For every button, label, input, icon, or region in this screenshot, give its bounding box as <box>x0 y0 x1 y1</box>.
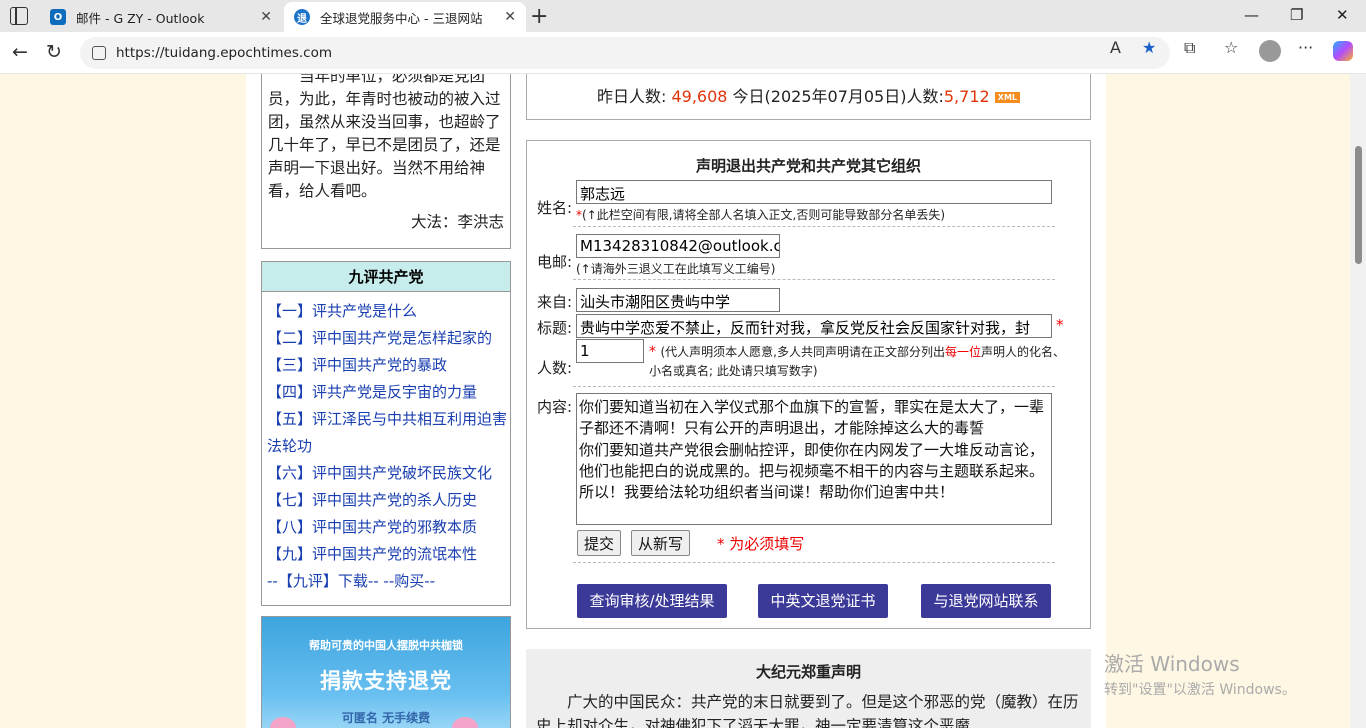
refresh-icon[interactable]: ↻ <box>46 41 62 63</box>
nine-download-buy-links[interactable]: --【九评】下载-- --购买-- <box>267 570 510 591</box>
donate-tagline: 帮助可贵的中国人摆脱中共枷锁 <box>309 639 463 652</box>
certificate-button[interactable]: 中英文退党证书 <box>758 584 888 618</box>
address-bar[interactable]: https://tuidang.epochtimes.com <box>80 37 1170 69</box>
tab-bar: O 邮件 - G ZY - Outlook ✕ 退 全球退党服务中心 - 三退网… <box>0 0 1366 32</box>
declaration-box: 大纪元郑重声明 广大的中国民众：共产党的末日就要到了。但是这个邪恶的党（魔教）在… <box>526 649 1091 728</box>
email-input[interactable]: M13428310842@outlook.com <box>576 234 780 258</box>
nine-link-2[interactable]: 【二】评中国共产党是怎样起家的 <box>267 325 510 352</box>
nine-link-6[interactable]: 【六】评中国共产党破坏民族文化 <box>267 460 510 487</box>
nine-commentaries-box: 九评共产党 【一】评共产党是什么 【二】评中国共产党是怎样起家的 【三】评中国共… <box>261 261 511 606</box>
quote-box: 当年的单位，必须都是党团员，为此，年青时也被动的被入过团，虽然从来没当回事，也超… <box>261 74 511 249</box>
quote-text: 当年的单位，必须都是党团员，为此，年青时也被动的被入过团，虽然从来没当回事，也超… <box>268 74 501 200</box>
subject-label: 标题: <box>537 319 573 337</box>
extensions-icon[interactable]: ⧉ <box>1184 38 1195 58</box>
form-title: 声明退出共产党和共产党其它组织 <box>695 157 921 175</box>
stats-box: 昨日人数: 49,608 今日(2025年07月05日)人数:5,712 XML <box>526 74 1091 120</box>
windows-activation-watermark: 激活 Windows 转到"设置"以激活 Windows。 <box>1104 648 1296 699</box>
browser-toolbar: ← ↻ https://tuidang.epochtimes.com A ★ ⧉… <box>0 32 1366 74</box>
page-scrollbar[interactable] <box>1350 74 1366 728</box>
divider <box>573 279 1055 280</box>
nine-link-8[interactable]: 【八】评中国共产党的邪教本质 <box>267 514 510 541</box>
declaration-form: 声明退出共产党和共产党其它组织 姓名: 郭志远 *(↑此栏空间有限,请将全部人名… <box>526 140 1091 629</box>
divider <box>573 386 1055 387</box>
from-input[interactable]: 汕头市潮阳区贵屿中学 <box>576 288 780 312</box>
divider <box>573 226 1055 227</box>
tab-title: 邮件 - G ZY - Outlook <box>76 10 205 26</box>
watermark-line2: 转到"设置"以激活 Windows。 <box>1104 682 1296 698</box>
read-aloud-icon[interactable]: A <box>1110 38 1121 57</box>
contact-button[interactable]: 与退党网站联系 <box>921 584 1051 618</box>
minimize-icon[interactable]: — <box>1244 6 1259 24</box>
name-input[interactable]: 郭志远 <box>576 180 1052 204</box>
donate-headline: 捐款支持退党 <box>320 669 452 693</box>
name-label: 姓名: <box>537 199 573 217</box>
nine-link-1[interactable]: 【一】评共产党是什么 <box>267 298 510 325</box>
nine-link-7[interactable]: 【七】评中国共产党的杀人历史 <box>267 487 510 514</box>
query-result-button[interactable]: 查询审核/处理结果 <box>577 584 727 618</box>
tab-tuidang[interactable]: 退 全球退党服务中心 - 三退网站 ✕ <box>284 2 526 32</box>
submit-button[interactable]: 提交 <box>577 530 622 556</box>
count-hint: * (代人声明须本人愿意,多人共同声明请在正文部分列出每一位声明人的化名、小名或… <box>649 344 1065 378</box>
scrollbar-thumb[interactable] <box>1355 146 1362 264</box>
required-note: * 为必须填写 <box>717 535 805 553</box>
new-tab-icon[interactable]: + <box>530 4 548 29</box>
from-label: 来自: <box>537 293 573 311</box>
today-count: 5,712 <box>943 87 990 106</box>
email-label: 电邮: <box>537 253 573 271</box>
today-label: 今日(2025年07月05日)人数: <box>732 87 944 106</box>
page-content: 当年的单位，必须都是党团员，为此，年青时也被动的被入过团，虽然从来没当回事，也超… <box>246 74 1106 728</box>
nine-link-9[interactable]: 【九】评中国共产党的流氓本性 <box>267 541 510 568</box>
nine-commentaries-list: 【一】评共产党是什么 【二】评中国共产党是怎样起家的 【三】评中国共产党的暴政 … <box>262 292 510 591</box>
copilot-icon[interactable] <box>1333 41 1353 61</box>
restore-icon[interactable]: ❐ <box>1290 6 1303 24</box>
xml-feed-badge[interactable]: XML <box>994 92 1021 103</box>
nine-link-4[interactable]: 【四】评共产党是反宇宙的力量 <box>267 379 510 406</box>
nine-commentaries-title: 九评共产党 <box>262 262 510 292</box>
tab-outlook[interactable]: O 邮件 - G ZY - Outlook ✕ <box>40 2 282 32</box>
yesterday-count: 49,608 <box>671 87 728 106</box>
count-label: 人数: <box>537 359 573 377</box>
tab-title: 全球退党服务中心 - 三退网站 <box>320 10 483 26</box>
reset-button[interactable]: 从新写 <box>631 530 691 556</box>
watermark-line1: 激活 Windows <box>1104 652 1240 676</box>
nine-link-3[interactable]: 【三】评中国共产党的暴政 <box>267 352 510 379</box>
epochtimes-icon: 退 <box>294 9 310 25</box>
favorite-star-icon[interactable]: ★ <box>1142 38 1156 57</box>
content-label: 内容: <box>537 398 573 416</box>
email-hint: (↑请海外三退义工在此填写义工编号) <box>576 262 776 276</box>
declaration-title: 大纪元郑重声明 <box>755 663 861 681</box>
lock-icon <box>92 46 106 60</box>
favorites-icon[interactable]: ☆ <box>1224 38 1238 57</box>
required-mark: * <box>1056 316 1064 334</box>
profile-avatar[interactable] <box>1259 40 1281 62</box>
close-icon[interactable]: ✕ <box>504 9 516 25</box>
divider <box>573 562 1055 563</box>
close-icon[interactable]: ✕ <box>260 9 272 25</box>
close-window-icon[interactable]: ✕ <box>1336 6 1349 24</box>
url-text: https://tuidang.epochtimes.com <box>116 45 333 61</box>
outlook-icon: O <box>50 9 66 25</box>
declaration-text: 广大的中国民众：共产党的末日就要到了。但是这个邪恶的党（魔教）在历史上却对介生，… <box>536 693 1079 728</box>
name-hint: *(↑此栏空间有限,请将全部人名填入正文,否则可能导致部分名单丢失) <box>576 208 946 222</box>
quote-author: 大法：李洪志 <box>410 213 504 231</box>
back-icon[interactable]: ← <box>12 41 28 63</box>
count-input[interactable]: 1 <box>576 339 644 363</box>
donate-banner[interactable]: 帮助可贵的中国人摆脱中共枷锁 捐款支持退党 可匿名 无手续费 <box>261 616 511 728</box>
content-textarea[interactable]: 你们要知道当初在入学仪式那个血旗下的宣誓，罪实在是太大了，一辈子都还不清啊！只有… <box>576 393 1052 525</box>
tab-actions-icon[interactable] <box>10 7 28 25</box>
subject-input[interactable]: 贵屿中学恋爱不禁止，反而针对我，拿反党反社会反国家针对我，封 <box>576 314 1052 338</box>
yesterday-label: 昨日人数: <box>596 87 667 106</box>
more-icon[interactable]: ··· <box>1298 38 1313 57</box>
nine-link-5[interactable]: 【五】评江泽民与中共相互利用迫害法轮功 <box>267 406 510 460</box>
